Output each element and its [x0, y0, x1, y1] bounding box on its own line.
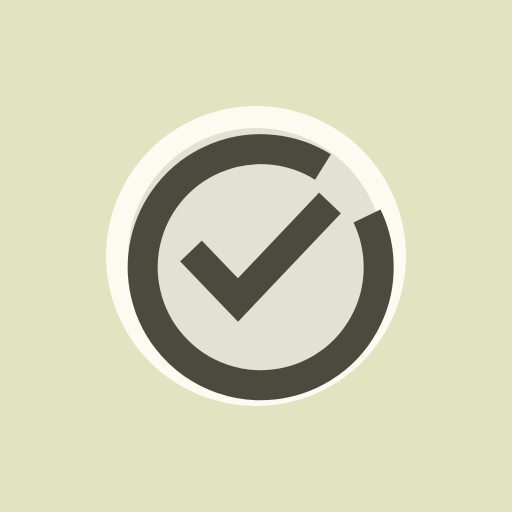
app-icon-stage — [0, 0, 512, 512]
check-circle-icon[interactable] — [0, 0, 512, 512]
